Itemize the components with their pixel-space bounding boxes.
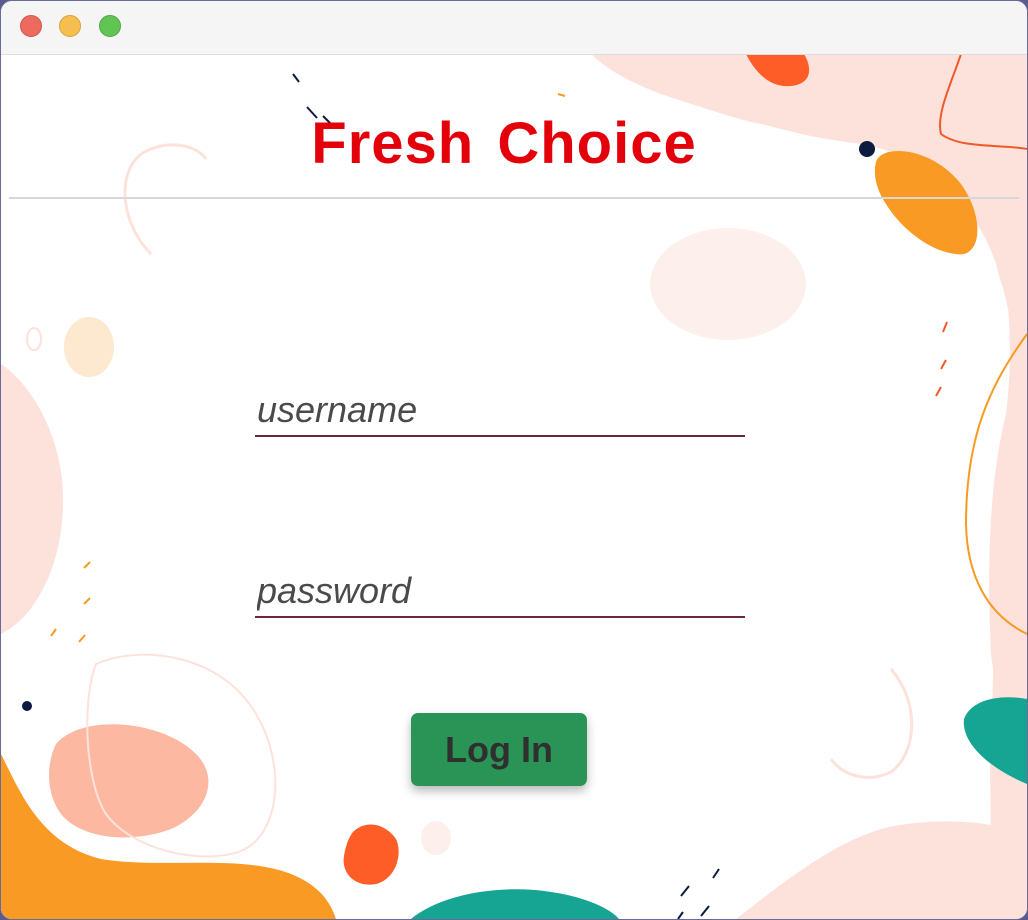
maximize-icon[interactable] [99,15,121,37]
login-screen: Fresh Choice Log In [1,54,1027,919]
header-divider [9,197,1019,199]
app-window: Fresh Choice Log In [0,0,1028,920]
title-bar [1,1,1027,55]
decorative-background [1,54,1027,919]
password-field[interactable] [255,566,745,618]
username-field[interactable] [255,385,745,437]
minimize-icon[interactable] [59,15,81,37]
login-button[interactable]: Log In [411,713,587,786]
app-title: Fresh Choice [311,111,697,176]
close-icon[interactable] [20,15,42,37]
